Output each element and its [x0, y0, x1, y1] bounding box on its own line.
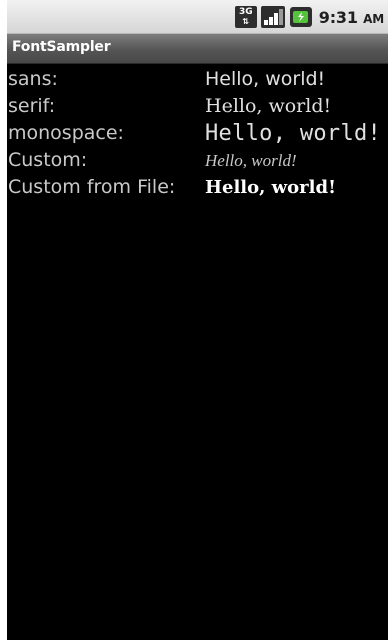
font-label-serif: serif: — [8, 95, 56, 117]
clock-time: 9:31 — [318, 7, 358, 27]
signal-strength-icon — [260, 6, 285, 28]
font-sample-list: sans: Hello, world! serif: Hello, world!… — [7, 66, 388, 201]
font-row-monospace: monospace: Hello, world! — [7, 120, 388, 147]
font-sample-sans: Hello, world! — [205, 68, 326, 90]
font-label-custom-from-file: Custom from File: — [8, 176, 176, 198]
status-clock: 9:31 AM — [319, 8, 384, 27]
font-row-serif: serif: Hello, world! — [7, 93, 388, 120]
app-title-bar: FontSampler — [7, 34, 388, 64]
font-row-custom-from-file: Custom from File: Hello, world! — [7, 174, 388, 201]
data-arrows-icon: ⇅ — [242, 17, 250, 26]
font-sample-custom: Hello, world! — [205, 151, 297, 170]
font-label-monospace: monospace: — [8, 122, 124, 144]
app-title: FontSampler — [12, 39, 111, 55]
font-sample-custom-from-file: Hello, world! — [205, 177, 336, 198]
font-row-custom: Custom: Hello, world! — [7, 147, 388, 174]
clock-ampm: AM — [363, 11, 384, 26]
battery-charging-icon — [289, 6, 313, 28]
device-screen: 3G ⇅ 9:31 AM FontSampler sans: Hello, wo… — [7, 0, 388, 640]
network-type-label: 3G — [238, 7, 253, 17]
status-bar: 3G ⇅ 9:31 AM — [7, 0, 388, 34]
font-label-custom: Custom: — [8, 149, 88, 171]
font-sample-serif: Hello, world! — [205, 95, 332, 117]
font-label-sans: sans: — [8, 68, 58, 90]
font-sample-monospace: Hello, world! — [205, 121, 382, 146]
font-row-sans: sans: Hello, world! — [7, 66, 388, 93]
status-icons: 3G ⇅ 9:31 AM — [234, 5, 384, 29]
3g-network-icon: 3G ⇅ — [234, 6, 257, 28]
